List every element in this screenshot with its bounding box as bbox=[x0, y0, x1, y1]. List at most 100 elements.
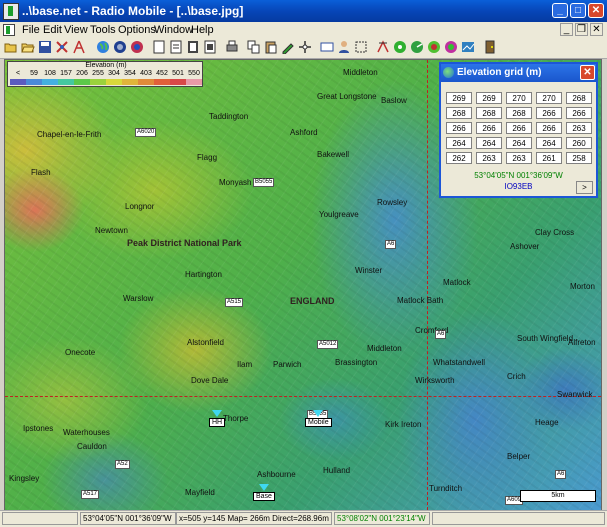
elevation-grid-close-button[interactable]: ✕ bbox=[580, 65, 595, 80]
globe-icon bbox=[443, 67, 454, 78]
globe-icon[interactable] bbox=[96, 40, 110, 54]
legend-bin-label: < bbox=[15, 70, 21, 77]
place-label: Parwich bbox=[273, 360, 302, 369]
elevation-cell: 266 bbox=[536, 122, 562, 134]
open-file-icon[interactable] bbox=[21, 40, 35, 54]
elevation-grid-next-button[interactable]: > bbox=[576, 181, 593, 194]
toolbar bbox=[0, 38, 607, 59]
legend-bin-label: 550 bbox=[188, 70, 200, 77]
place-label: Bakewell bbox=[317, 150, 350, 159]
elevation-grid-titlebar[interactable]: Elevation grid (m) ✕ bbox=[441, 64, 596, 82]
elevation-cell: 264 bbox=[476, 137, 502, 149]
place-label: Turnditch bbox=[429, 484, 463, 493]
close-button[interactable]: ✕ bbox=[588, 3, 604, 18]
radio-unit-marker[interactable]: HH bbox=[209, 410, 226, 427]
selection-icon[interactable] bbox=[354, 40, 368, 54]
person-icon[interactable] bbox=[337, 40, 351, 54]
elevation-cell: 266 bbox=[446, 122, 472, 134]
place-label: Taddington bbox=[209, 112, 249, 121]
road-label: A5012 bbox=[317, 340, 339, 349]
edit-picture-icon[interactable] bbox=[169, 40, 183, 54]
legend-swatch bbox=[154, 79, 170, 85]
visual-coverage-icon[interactable] bbox=[461, 40, 475, 54]
menu-tools[interactable]: Tools bbox=[90, 24, 116, 36]
elevation-cell: 270 bbox=[506, 92, 532, 104]
minimize-button[interactable]: _ bbox=[552, 3, 568, 18]
radio-unit-marker[interactable]: Base bbox=[253, 484, 275, 501]
window-title: ..\base.net - Radio Mobile - [..\base.jp… bbox=[22, 4, 244, 18]
radio-unit-marker[interactable]: Mobile bbox=[305, 410, 332, 427]
copy-icon[interactable] bbox=[247, 40, 261, 54]
road-label: A52 bbox=[115, 460, 130, 469]
exit-icon[interactable] bbox=[483, 40, 497, 54]
merge-pictures-icon[interactable] bbox=[113, 40, 127, 54]
place-label: Crich bbox=[507, 372, 526, 381]
menu-window[interactable]: Window bbox=[154, 24, 193, 36]
place-label: Thorpe bbox=[223, 414, 249, 423]
menu-help[interactable]: Help bbox=[191, 24, 214, 36]
radio-coverage-icon[interactable] bbox=[393, 40, 407, 54]
legend-swatches bbox=[10, 79, 202, 85]
interference-icon[interactable] bbox=[444, 40, 458, 54]
legend-swatch bbox=[122, 79, 138, 85]
place-label: Longnor bbox=[125, 202, 155, 211]
document-icon[interactable] bbox=[3, 24, 15, 36]
place-label: Winster bbox=[355, 266, 383, 275]
menu-file[interactable]: File bbox=[22, 24, 40, 36]
grid-line-horizontal bbox=[5, 396, 601, 397]
legend-bin-label: 403 bbox=[140, 70, 152, 77]
network-properties-icon[interactable] bbox=[55, 40, 69, 54]
place-label: Ashover bbox=[510, 242, 540, 251]
elevation-cell: 266 bbox=[566, 107, 592, 119]
mdi-minimize-button[interactable]: _ bbox=[560, 23, 573, 36]
place-label: Dove Dale bbox=[191, 376, 229, 385]
elevation-grid-window[interactable]: Elevation grid (m) ✕ 269 269 270 270 268 268 2… bbox=[439, 62, 598, 198]
legend-bin-label: 501 bbox=[172, 70, 184, 77]
app-icon[interactable] bbox=[3, 3, 19, 20]
render-icon[interactable] bbox=[130, 40, 144, 54]
draw-icon[interactable] bbox=[281, 40, 295, 54]
place-label: Ashford bbox=[290, 128, 318, 137]
unit-label: Mobile bbox=[305, 418, 332, 427]
paste-icon[interactable] bbox=[264, 40, 278, 54]
place-label: Onecote bbox=[65, 348, 96, 357]
place-label: Wirksworth bbox=[415, 376, 455, 385]
legend-swatch bbox=[170, 79, 186, 85]
legend-swatch bbox=[138, 79, 154, 85]
new-picture-icon[interactable] bbox=[152, 40, 166, 54]
map-properties-icon[interactable] bbox=[203, 40, 217, 54]
legend-bin-label: 354 bbox=[124, 70, 136, 77]
legend-swatch bbox=[106, 79, 122, 85]
polar-coverage-icon[interactable] bbox=[410, 40, 424, 54]
road-label: A6 bbox=[385, 240, 397, 249]
legend-bin-label: 108 bbox=[44, 70, 56, 77]
place-label: Clay Cross bbox=[535, 228, 575, 237]
maximize-button[interactable]: □ bbox=[570, 3, 586, 18]
legend-bin-label: 206 bbox=[76, 70, 88, 77]
status-position: x=505 y=145 Map= 266m Direct=268.96m bbox=[176, 512, 332, 525]
save-icon[interactable] bbox=[38, 40, 52, 54]
place-label: Monyash bbox=[219, 178, 252, 187]
legend-swatch bbox=[58, 79, 74, 85]
picture-properties-icon[interactable] bbox=[186, 40, 200, 54]
menu-options[interactable]: Options bbox=[118, 24, 156, 36]
unit-properties-icon[interactable] bbox=[72, 40, 86, 54]
elevation-cell: 263 bbox=[476, 152, 502, 164]
place-label: Youlgreave bbox=[319, 210, 359, 219]
mdi-restore-button[interactable]: ❐ bbox=[575, 23, 588, 36]
elevation-cell: 269 bbox=[476, 92, 502, 104]
radio-link-icon[interactable] bbox=[376, 40, 390, 54]
frame-icon[interactable] bbox=[320, 40, 334, 54]
open-folder-icon[interactable] bbox=[4, 40, 18, 54]
cartesian-coverage-icon[interactable] bbox=[427, 40, 441, 54]
place-label: Hartington bbox=[185, 270, 222, 279]
legend-swatch bbox=[42, 79, 58, 85]
elevation-grid-title: Elevation grid (m) bbox=[457, 67, 542, 78]
place-label: Ashbourne bbox=[257, 470, 296, 479]
menu-view[interactable]: View bbox=[64, 24, 88, 36]
unit-triangle-icon bbox=[258, 484, 269, 491]
menu-edit[interactable]: Edit bbox=[43, 24, 62, 36]
move-icon[interactable] bbox=[298, 40, 312, 54]
print-icon[interactable] bbox=[225, 40, 239, 54]
mdi-close-button[interactable]: ✕ bbox=[590, 23, 603, 36]
